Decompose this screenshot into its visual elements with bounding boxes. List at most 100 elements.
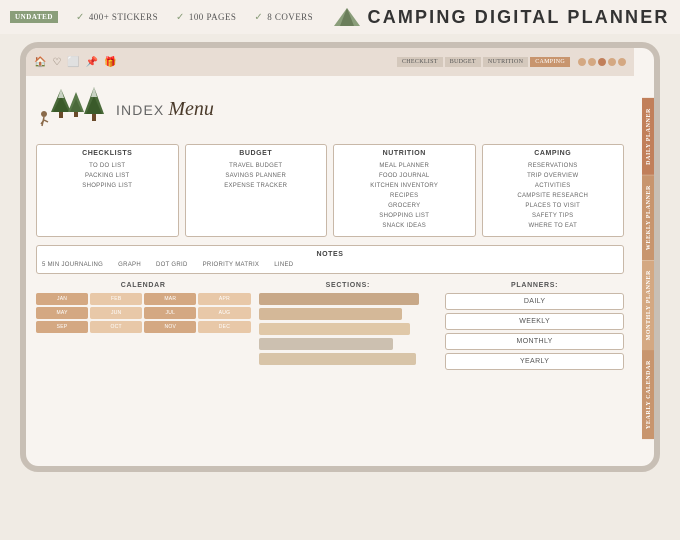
checklist-item-2[interactable]: PACKING LIST	[42, 171, 173, 181]
main-content: INDEX Menu CHECKLISTS TO DO LIST PACKING…	[26, 76, 634, 466]
menu-label: Menu	[168, 98, 214, 120]
check-icon-1: ✓	[76, 12, 85, 23]
nav-tab-camping[interactable]: CAMPING	[530, 57, 570, 67]
tab-weekly-planner[interactable]: WEEKLY PLANNER	[642, 175, 656, 260]
bottom-grid: CALENDAR JAN FEB MAR APR MAY JUN JUL AUG…	[36, 282, 624, 373]
covers-label: 8 COVERS	[267, 12, 313, 22]
cal-may[interactable]: MAY	[36, 307, 88, 319]
cal-jan[interactable]: JAN	[36, 293, 88, 305]
tab-daily-planner[interactable]: DAILY PLANNER	[642, 98, 656, 175]
pages-feature: ✓ 100 PAGES	[176, 12, 236, 23]
budget-item-3[interactable]: EXPENSE TRACKER	[191, 181, 322, 191]
cal-jul[interactable]: JUL	[144, 307, 196, 319]
check-icon-3: ✓	[254, 12, 263, 23]
cal-aug[interactable]: AUG	[198, 307, 250, 319]
nav-tabs: CHECKLIST BUDGET NUTRITION CAMPING	[397, 57, 570, 67]
budget-title: BUDGET	[191, 150, 322, 157]
stickers-label: 400+ STICKERS	[89, 12, 158, 22]
budget-box: BUDGET TRAVEL BUDGET SAVINGS PLANNER EXP…	[185, 144, 328, 237]
sections-bars: SECTIONS:	[259, 282, 438, 373]
cal-feb[interactable]: FEB	[90, 293, 142, 305]
nutrition-title: NUTRITION	[339, 150, 470, 157]
tablet-button[interactable]	[658, 245, 660, 269]
cal-oct[interactable]: OCT	[90, 321, 142, 333]
checklists-title: CHECKLISTS	[42, 150, 173, 157]
checklist-item-3[interactable]: SHOPPING LIST	[42, 181, 173, 191]
notes-item-1[interactable]: 5 MIN JOURNALING	[42, 262, 103, 268]
camping-item-6[interactable]: SAFETY TIPS	[488, 211, 619, 221]
nav-dot-3[interactable]	[598, 58, 606, 66]
calendar-label: CALENDAR	[36, 282, 251, 289]
nav-tab-checklist[interactable]: CHECKLIST	[397, 57, 443, 67]
nav-dot-2[interactable]	[588, 58, 596, 66]
tablet: 🏠 ♡ ⬜ 📌 🎁 CHECKLIST BUDGET NUTRITION CAM…	[20, 42, 660, 472]
pages-label: 100 PAGES	[189, 12, 236, 22]
cal-apr[interactable]: APR	[198, 293, 250, 305]
planner-monthly[interactable]: MONTHLY	[445, 333, 624, 350]
cal-nov[interactable]: NOV	[144, 321, 196, 333]
nav-dot-5[interactable]	[618, 58, 626, 66]
check-icon-2: ✓	[176, 12, 185, 23]
sections-label: SECTIONS:	[259, 282, 438, 289]
nutrition-item-7[interactable]: SNACK IDEAS	[339, 221, 470, 231]
checklists-box: CHECKLISTS TO DO LIST PACKING LIST SHOPP…	[36, 144, 179, 237]
index-label: INDEX	[116, 102, 164, 118]
notes-section: NOTES 5 MIN JOURNALING GRAPH DOT GRID PR…	[36, 245, 624, 274]
camping-item-7[interactable]: WHERE TO EAT	[488, 221, 619, 231]
sections-grid: CHECKLISTS TO DO LIST PACKING LIST SHOPP…	[36, 144, 624, 237]
nav-tab-nutrition[interactable]: NUTRITION	[483, 57, 528, 67]
nutrition-item-1[interactable]: MEAL PLANNER	[339, 161, 470, 171]
cal-dec[interactable]: DEC	[198, 321, 250, 333]
budget-item-2[interactable]: SAVINGS PLANNER	[191, 171, 322, 181]
camping-item-5[interactable]: PLACES TO VISIT	[488, 201, 619, 211]
section-bar-5	[259, 353, 416, 365]
section-bar-4	[259, 338, 393, 350]
heart-icon[interactable]: ♡	[52, 57, 61, 68]
camping-item-2[interactable]: TRIP OVERVIEW	[488, 171, 619, 181]
planner-daily[interactable]: DAILY	[445, 293, 624, 310]
section-bar-3	[259, 323, 411, 335]
top-nav: 🏠 ♡ ⬜ 📌 🎁 CHECKLIST BUDGET NUTRITION CAM…	[26, 48, 634, 76]
camping-item-4[interactable]: CAMPSITE RESEARCH	[488, 191, 619, 201]
nav-icons: 🏠 ♡ ⬜ 📌 🎁	[34, 57, 117, 68]
cal-mar[interactable]: MAR	[144, 293, 196, 305]
nav-tab-budget[interactable]: BUDGET	[445, 57, 481, 67]
camping-item-1[interactable]: RESERVATIONS	[488, 161, 619, 171]
nutrition-item-6[interactable]: SHOPPING LIST	[339, 211, 470, 221]
camping-item-3[interactable]: ACTIVITIES	[488, 181, 619, 191]
nutrition-item-2[interactable]: FOOD JOURNAL	[339, 171, 470, 181]
nav-dot-4[interactable]	[608, 58, 616, 66]
tablet-container: 🏠 ♡ ⬜ 📌 🎁 CHECKLIST BUDGET NUTRITION CAM…	[20, 42, 660, 472]
section-bar-1	[259, 293, 420, 305]
notes-title: NOTES	[42, 251, 618, 258]
page-icon[interactable]: ⬜	[67, 57, 79, 68]
planner-weekly[interactable]: WEEKLY	[445, 313, 624, 330]
nutrition-box: NUTRITION MEAL PLANNER FOOD JOURNAL KITC…	[333, 144, 476, 237]
nutrition-item-3[interactable]: KITCHEN INVENTORY	[339, 181, 470, 191]
tab-monthly-planner[interactable]: MONTHLY PLANNER	[642, 260, 656, 350]
planners-section: PLANNERS: DAILY WEEKLY MONTHLY YEARLY	[445, 282, 624, 373]
notes-item-5[interactable]: LINED	[274, 262, 293, 268]
notes-item-2[interactable]: GRAPH	[118, 262, 141, 268]
nutrition-item-4[interactable]: RECIPES	[339, 191, 470, 201]
nutrition-item-5[interactable]: GROCERY	[339, 201, 470, 211]
pin-icon[interactable]: 📌	[86, 57, 98, 68]
gift-icon[interactable]: 🎁	[104, 57, 116, 68]
tab-yearly-calendar[interactable]: YEARLY CALENDAR	[642, 350, 656, 439]
budget-item-1[interactable]: TRAVEL BUDGET	[191, 161, 322, 171]
home-icon[interactable]: 🏠	[34, 57, 46, 68]
nav-dot-1[interactable]	[578, 58, 586, 66]
index-label-group: INDEX Menu	[116, 98, 214, 121]
checklist-item-1[interactable]: TO DO LIST	[42, 161, 173, 171]
main-title: CAMPING DIGITAL PLANNER	[368, 7, 670, 28]
covers-feature: ✓ 8 COVERS	[254, 12, 313, 23]
cal-sep[interactable]: SEP	[36, 321, 88, 333]
camping-title: CAMPING	[488, 150, 619, 157]
notes-item-4[interactable]: PRIORITY MATRIX	[203, 262, 260, 268]
planner-yearly[interactable]: YEARLY	[445, 353, 624, 370]
trees-illustration	[36, 84, 106, 134]
notes-item-3[interactable]: DOT GRID	[156, 262, 188, 268]
cal-jun[interactable]: JUN	[90, 307, 142, 319]
planners-label: PLANNERS:	[445, 282, 624, 289]
calendar-section: CALENDAR JAN FEB MAR APR MAY JUN JUL AUG…	[36, 282, 251, 373]
